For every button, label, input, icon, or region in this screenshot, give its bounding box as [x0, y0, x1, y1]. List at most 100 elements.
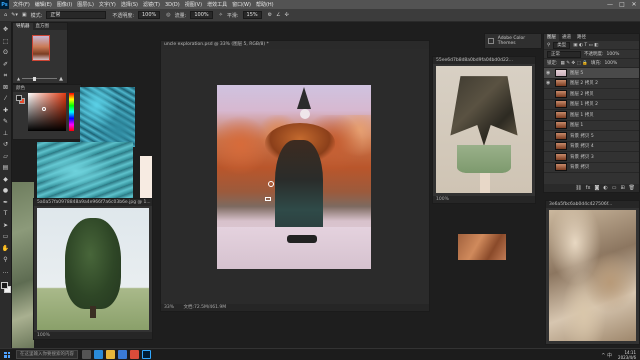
smoothing-options-icon[interactable]: ⚙: [268, 12, 272, 18]
layer-thumbnail[interactable]: [555, 121, 567, 130]
layer-thumbnail[interactable]: [555, 79, 567, 88]
zoom-track[interactable]: [22, 76, 58, 81]
visibility-eye-icon[interactable]: ◉: [546, 70, 552, 76]
fx-icon[interactable]: fx: [586, 185, 591, 191]
status-zoom[interactable]: 33%: [164, 305, 174, 310]
layer-thumbnail[interactable]: [555, 152, 567, 161]
marquee-tool-icon[interactable]: ⬚: [1, 37, 10, 46]
tab-channels[interactable]: 通道: [559, 34, 574, 41]
blur-tool-icon[interactable]: ◆: [1, 175, 10, 184]
layer-opacity-value[interactable]: 100%: [607, 52, 620, 57]
layer-thumbnail[interactable]: [555, 142, 567, 151]
airbrush-icon[interactable]: ✧: [219, 12, 223, 18]
layer-row[interactable]: 背景 拷贝 3: [544, 152, 639, 163]
layer-name[interactable]: 图层 1 拷贝 2: [570, 101, 598, 107]
foreground-color[interactable]: [0, 282, 8, 289]
lasso-tool-icon[interactable]: ʘ: [1, 48, 10, 57]
shape-tool-icon[interactable]: ▭: [1, 232, 10, 241]
healing-tool-icon[interactable]: ✚: [1, 106, 10, 115]
navigator-thumbnail[interactable]: [32, 35, 50, 61]
tree-reference-window[interactable]: 5a0a57fa0978848a9a4e966f7a6c03b6e.jpg @ …: [33, 198, 153, 340]
map-reference-strip[interactable]: [12, 182, 34, 348]
layer-name[interactable]: 背景 拷贝 3: [570, 154, 594, 160]
menu-image[interactable]: 图像(I): [57, 1, 72, 8]
menu-layer[interactable]: 图层(L): [77, 1, 94, 8]
tab-navigator[interactable]: 导航器: [13, 23, 33, 30]
water-reference-image-bottom[interactable]: [37, 142, 133, 200]
dress-window-title[interactable]: 55ee6d7b8d8a0bd9fa04bd0d22...: [433, 57, 535, 64]
maximize-button[interactable]: □: [616, 0, 628, 9]
menu-plugins[interactable]: 增效工具: [207, 1, 227, 8]
menu-3d[interactable]: 3D(D): [165, 2, 180, 8]
adjustment-icon[interactable]: ◐: [603, 185, 607, 191]
menu-view[interactable]: 视图(V): [185, 1, 202, 8]
color-picker-ring[interactable]: [42, 107, 46, 111]
smoothing-field[interactable]: 15%: [242, 11, 262, 19]
history-brush-icon[interactable]: ↺: [1, 140, 10, 149]
dodge-tool-icon[interactable]: ●: [1, 186, 10, 195]
layer-row[interactable]: 图层 1 拷贝: [544, 110, 639, 121]
layer-thumbnail[interactable]: [555, 68, 567, 77]
stamp-tool-icon[interactable]: ⊥: [1, 129, 10, 138]
tab-layers[interactable]: 图层: [544, 34, 559, 41]
painting-artwork[interactable]: [217, 85, 371, 269]
lock-icons[interactable]: ▦ ✎ ✥ ⬚ 🔒: [561, 61, 588, 66]
bark-reference-window[interactable]: 3e6a5fbc6ab0d4c427506f...: [545, 200, 640, 345]
tab-paths[interactable]: 路径: [574, 34, 589, 41]
new-layer-icon[interactable]: ⊞: [620, 185, 624, 191]
menu-filter[interactable]: 滤镜(T): [143, 1, 160, 8]
folder-icon[interactable]: ▭: [612, 185, 617, 191]
layer-name[interactable]: 图层 2 拷贝: [570, 91, 594, 97]
main-document-window[interactable]: uncle exploration.psd @ 33% (图层 5, RGB/8…: [160, 40, 430, 312]
crop-tool-icon[interactable]: ⌗: [1, 71, 10, 80]
more-tools-icon[interactable]: …: [1, 267, 10, 276]
type-tool-icon[interactable]: T: [1, 209, 10, 218]
layer-row[interactable]: 图层 1: [544, 121, 639, 131]
hue-slider[interactable]: [69, 93, 74, 131]
quick-select-tool-icon[interactable]: ✐: [1, 60, 10, 69]
store-icon[interactable]: [118, 350, 127, 359]
taskbar-search[interactable]: 在这里输入你要搜索的内容: [16, 350, 78, 359]
layer-row[interactable]: 背景 拷贝 4: [544, 142, 639, 152]
brush-settings-icon[interactable]: ▣: [22, 12, 27, 18]
filter-icons[interactable]: ▣ ◐ T ▭ ◧: [573, 43, 598, 48]
peach-reference-strip[interactable]: [140, 156, 152, 202]
zoom-in-icon[interactable]: ▲: [59, 76, 63, 82]
hand-tool-icon[interactable]: ✋: [1, 244, 10, 253]
pen-tool-icon[interactable]: ✒: [1, 198, 10, 207]
fill-value[interactable]: 100%: [604, 61, 617, 66]
canvas-area[interactable]: [161, 49, 429, 304]
eyedropper-tool-icon[interactable]: ⁄: [1, 94, 10, 103]
menu-type[interactable]: 文字(Y): [99, 1, 116, 8]
menu-select[interactable]: 选择(S): [121, 1, 138, 8]
layer-name[interactable]: 图层 1: [570, 122, 583, 128]
link-icon[interactable]: ⛓: [575, 185, 581, 191]
layer-name[interactable]: 背景 拷贝 4: [570, 143, 594, 149]
tab-histogram[interactable]: 直方图: [33, 23, 53, 30]
layer-thumbnail[interactable]: [555, 89, 567, 98]
frame-tool-icon[interactable]: ⊠: [1, 83, 10, 92]
flow-field[interactable]: 100%: [190, 11, 213, 19]
layer-name[interactable]: 图层 2 拷贝 2: [570, 80, 598, 86]
document-tab-title[interactable]: uncle exploration.psd @ 33% (图层 5, RGB/8…: [161, 41, 429, 49]
start-button[interactable]: [2, 350, 12, 360]
eraser-tool-icon[interactable]: ▱: [1, 152, 10, 161]
layer-thumbnail[interactable]: [555, 131, 567, 140]
color-themes-icon[interactable]: [488, 38, 494, 44]
close-button[interactable]: ✕: [628, 0, 640, 9]
angle-icon[interactable]: ∠: [276, 12, 280, 18]
task-view-icon[interactable]: [82, 350, 91, 359]
layer-row[interactable]: 背景 拷贝 5: [544, 131, 639, 142]
brush-tool-icon[interactable]: ✎: [1, 117, 10, 126]
move-tool-icon[interactable]: ✥: [1, 25, 10, 34]
layer-name[interactable]: 图层 5: [570, 70, 583, 76]
symmetry-icon[interactable]: ✣: [285, 12, 289, 18]
menu-window[interactable]: 窗口(W): [232, 1, 251, 8]
layer-name[interactable]: 图层 1 拷贝: [570, 112, 594, 118]
minimize-button[interactable]: —: [604, 0, 616, 9]
layer-thumbnail[interactable]: [555, 163, 567, 172]
color-panel-foreground-swatch[interactable]: [16, 95, 22, 101]
layer-name[interactable]: 背景 拷贝: [570, 164, 589, 170]
system-tray[interactable]: ^ 中: [601, 352, 612, 359]
bark-window-title[interactable]: 3e6a5fbc6ab0d4c427506f...: [546, 201, 639, 208]
